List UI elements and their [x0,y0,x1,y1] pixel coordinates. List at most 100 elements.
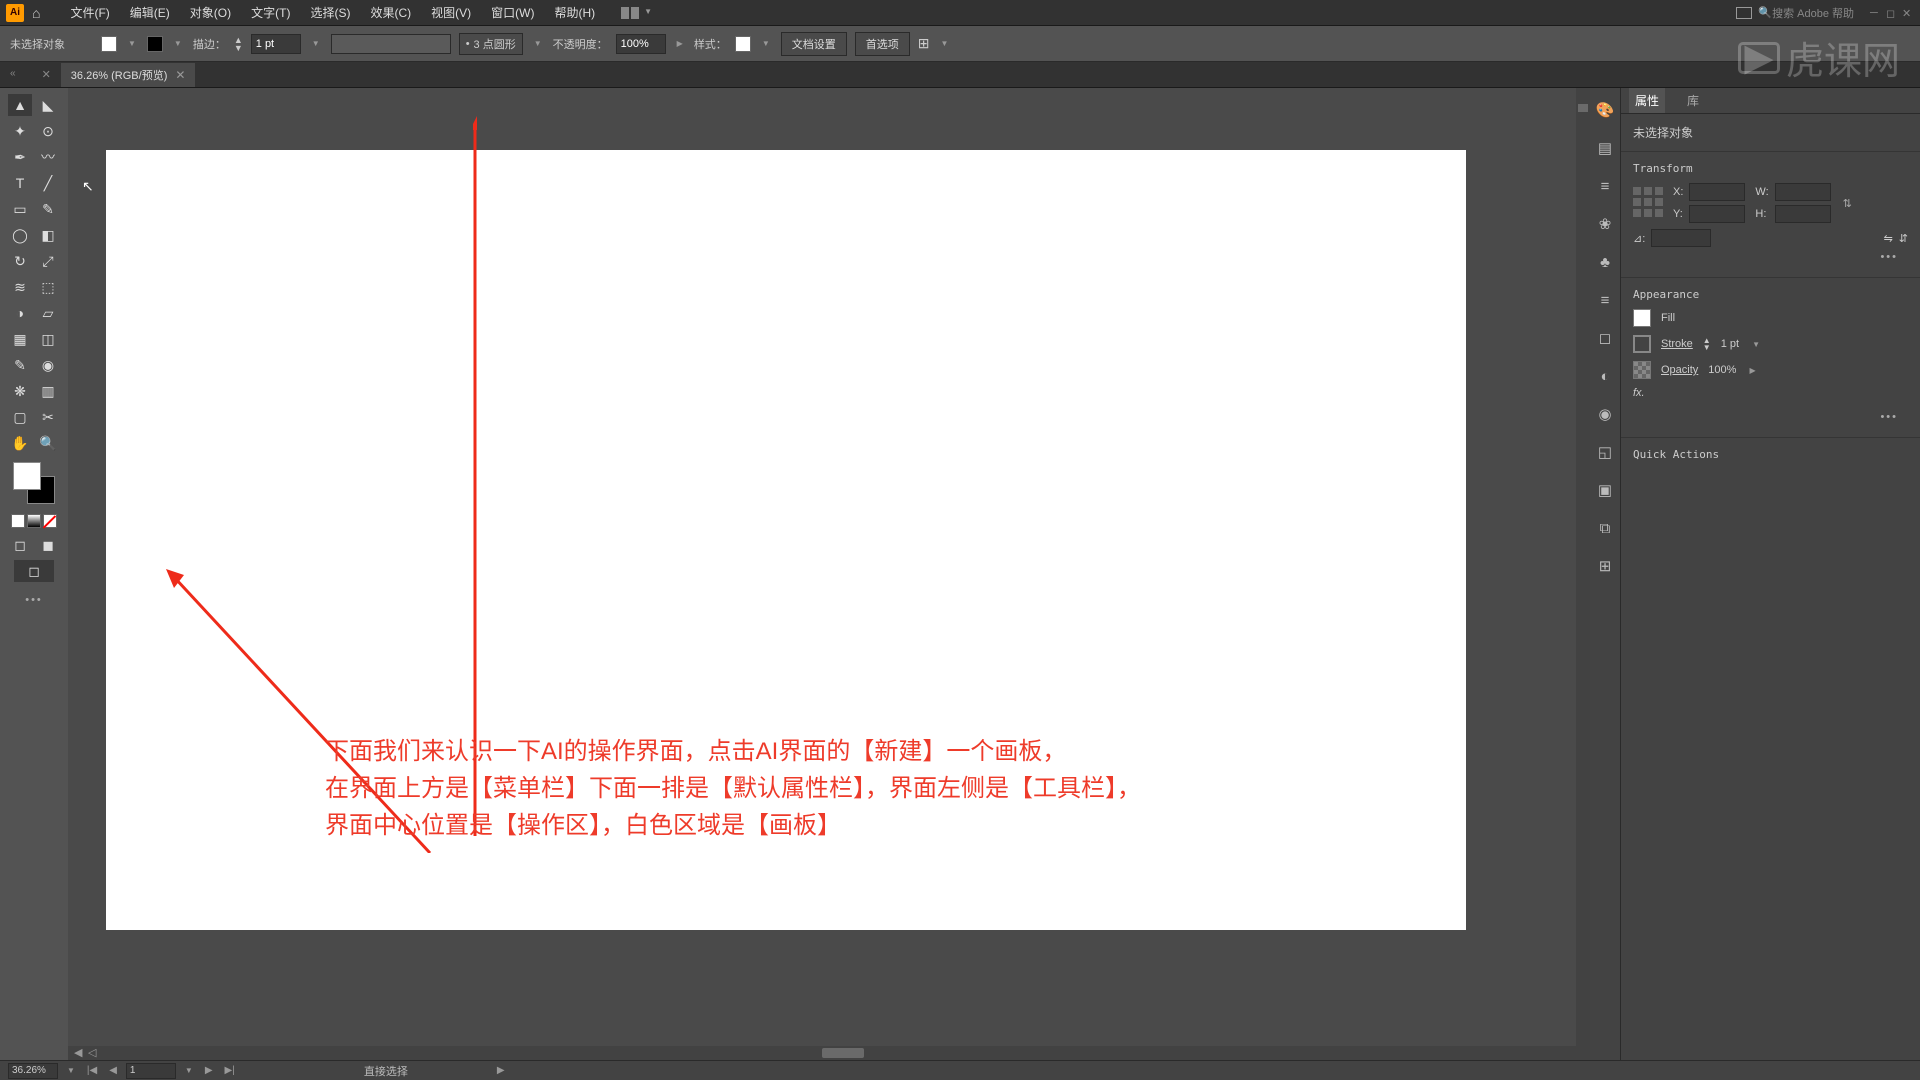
artboard-nav-input[interactable] [126,1063,176,1079]
close-icon[interactable]: ✕ [1902,7,1914,19]
selection-tool[interactable]: ▲ [8,94,32,116]
doc-setup-button[interactable]: 文档设置 [781,32,847,56]
document-tab[interactable]: 36.26% (RGB/预览) ✕ [61,63,196,87]
w-input[interactable] [1775,183,1831,201]
toolbox-more-icon[interactable]: ••• [0,594,68,606]
menu-file[interactable]: 文件(F) [60,4,119,21]
angle-input[interactable] [1651,229,1711,247]
last-page-icon[interactable]: ▶| [222,1065,238,1076]
symbols-panel-icon[interactable]: ❀ [1595,214,1615,234]
appearance-panel-icon[interactable]: ◐ [1595,366,1615,386]
screen-mode-tool[interactable]: ◻ [8,534,32,556]
chevron-down-icon[interactable]: ▼ [1749,340,1763,349]
direct-selection-tool[interactable]: ◣ [36,94,60,116]
fx-label[interactable]: fx. [1633,387,1645,399]
fill-color-swatch[interactable] [1633,309,1651,327]
h-input[interactable] [1775,205,1831,223]
opacity-swatch[interactable] [1633,361,1651,379]
maximize-icon[interactable]: ◻ [1886,7,1898,19]
asset-export-icon[interactable]: ▣ [1595,480,1615,500]
artboards-panel-icon[interactable]: ⧉ [1595,518,1615,538]
none-mode-swatch[interactable] [43,514,57,528]
home-icon[interactable]: ⌂ [32,5,40,21]
curvature-tool[interactable]: 〰 [36,146,60,168]
rotate-tool[interactable]: ↻ [8,250,32,272]
stepper-icon[interactable]: ▲▼ [234,36,243,52]
search-box[interactable]: 🔍 搜索 Adobe 帮助 [1758,5,1854,21]
tab-close-icon[interactable]: ✕ [175,68,185,82]
fill-stroke-color[interactable] [13,462,55,504]
eraser-tool[interactable]: ◧ [36,224,60,246]
menu-type[interactable]: 文字(T) [241,4,300,21]
artboard-tool[interactable]: ▢ [8,406,32,428]
line-tool[interactable]: ╱ [36,172,60,194]
transform-panel-icon[interactable]: ◻ [1595,328,1615,348]
gradient-tool[interactable]: ◫ [36,328,60,350]
menu-object[interactable]: 对象(O) [180,4,241,21]
slice-tool[interactable]: ✂ [36,406,60,428]
more-options-icon[interactable]: ••• [1633,247,1908,267]
scroll-left-icon-2[interactable]: ◁ [88,1046,96,1059]
layers-panel-icon[interactable]: ◱ [1595,442,1615,462]
stroke-value[interactable]: 1 pt [1721,338,1739,350]
stroke-panel-icon[interactable]: ♣ [1595,252,1615,272]
libraries-panel-icon[interactable]: ⊞ [1595,556,1615,576]
graphic-styles-icon[interactable]: ◉ [1595,404,1615,424]
stroke-color-swatch[interactable] [1633,335,1651,353]
chevron-right-icon[interactable]: ▶ [674,39,686,48]
chevron-down-icon[interactable]: ▼ [937,39,951,48]
menu-view[interactable]: 视图(V) [421,4,481,21]
preferences-button[interactable]: 首选项 [855,32,910,56]
stroke-weight-input[interactable] [251,34,301,54]
chevron-right-icon[interactable]: ▶ [1746,366,1758,375]
zoom-input[interactable] [8,1063,58,1079]
brushes-panel-icon[interactable]: ≡ [1595,176,1615,196]
free-transform-tool[interactable]: ⬚ [36,276,60,298]
fill-swatch[interactable] [101,36,117,52]
menu-select[interactable]: 选择(S) [300,4,360,21]
brush-definition[interactable] [331,34,451,54]
play-icon[interactable]: ▶ [494,1065,508,1076]
menu-help[interactable]: 帮助(H) [544,4,605,21]
opacity-input[interactable] [616,34,666,54]
prev-page-icon[interactable]: ◀ [106,1065,120,1076]
chevron-down-icon[interactable]: ▼ [759,39,773,48]
flip-horizontal-icon[interactable]: ⇋ [1884,232,1893,245]
menu-effect[interactable]: 效果(C) [360,4,421,21]
horizontal-scrollbar[interactable]: ◀ ◁ [68,1046,1576,1060]
more-options-icon[interactable]: ••• [1633,407,1908,427]
paintbrush-tool[interactable]: ✎ [36,198,60,220]
y-input[interactable] [1689,205,1745,223]
perspective-tool[interactable]: ▱ [36,302,60,324]
align-panel-icon[interactable]: ≡ [1595,290,1615,310]
stepper-icon[interactable]: ▲▼ [1703,337,1711,351]
chevron-down-icon[interactable]: ▼ [182,1066,196,1075]
gradient-mode-swatch[interactable] [27,514,41,528]
chevron-down-icon[interactable]: ▼ [309,39,323,48]
libraries-tab[interactable]: 库 [1681,88,1705,113]
align-icon[interactable]: ⊞ [918,35,930,52]
scrollbar-thumb[interactable] [822,1048,864,1058]
magic-wand-tool[interactable]: ✦ [8,120,32,142]
reference-point[interactable] [1633,187,1665,219]
rectangle-tool[interactable]: ▭ [8,198,32,220]
type-tool[interactable]: T [8,172,32,194]
chevron-down-icon[interactable]: ▼ [531,39,545,48]
hand-tool[interactable]: ✋ [8,432,32,454]
style-swatch[interactable] [735,36,751,52]
drawing-mode-icon[interactable]: ◻ [14,560,54,582]
minimize-icon[interactable]: ─ [1870,7,1882,19]
eyedropper-tool[interactable]: ✎ [8,354,32,376]
mesh-tool[interactable]: ▦ [8,328,32,350]
color-panel-icon[interactable]: 🎨 [1595,100,1615,120]
x-input[interactable] [1689,183,1745,201]
flip-vertical-icon[interactable]: ⇵ [1899,232,1908,245]
screen-mode-tool-2[interactable]: ◼ [36,534,60,556]
blend-tool[interactable]: ◉ [36,354,60,376]
vertical-scrollbar[interactable] [1576,88,1590,1060]
layout-icon[interactable] [1736,7,1752,19]
menu-edit[interactable]: 编辑(E) [120,4,180,21]
stroke-swatch[interactable] [147,36,163,52]
scale-tool[interactable]: ⤢ [36,250,60,272]
color-mode-swatch[interactable] [11,514,25,528]
